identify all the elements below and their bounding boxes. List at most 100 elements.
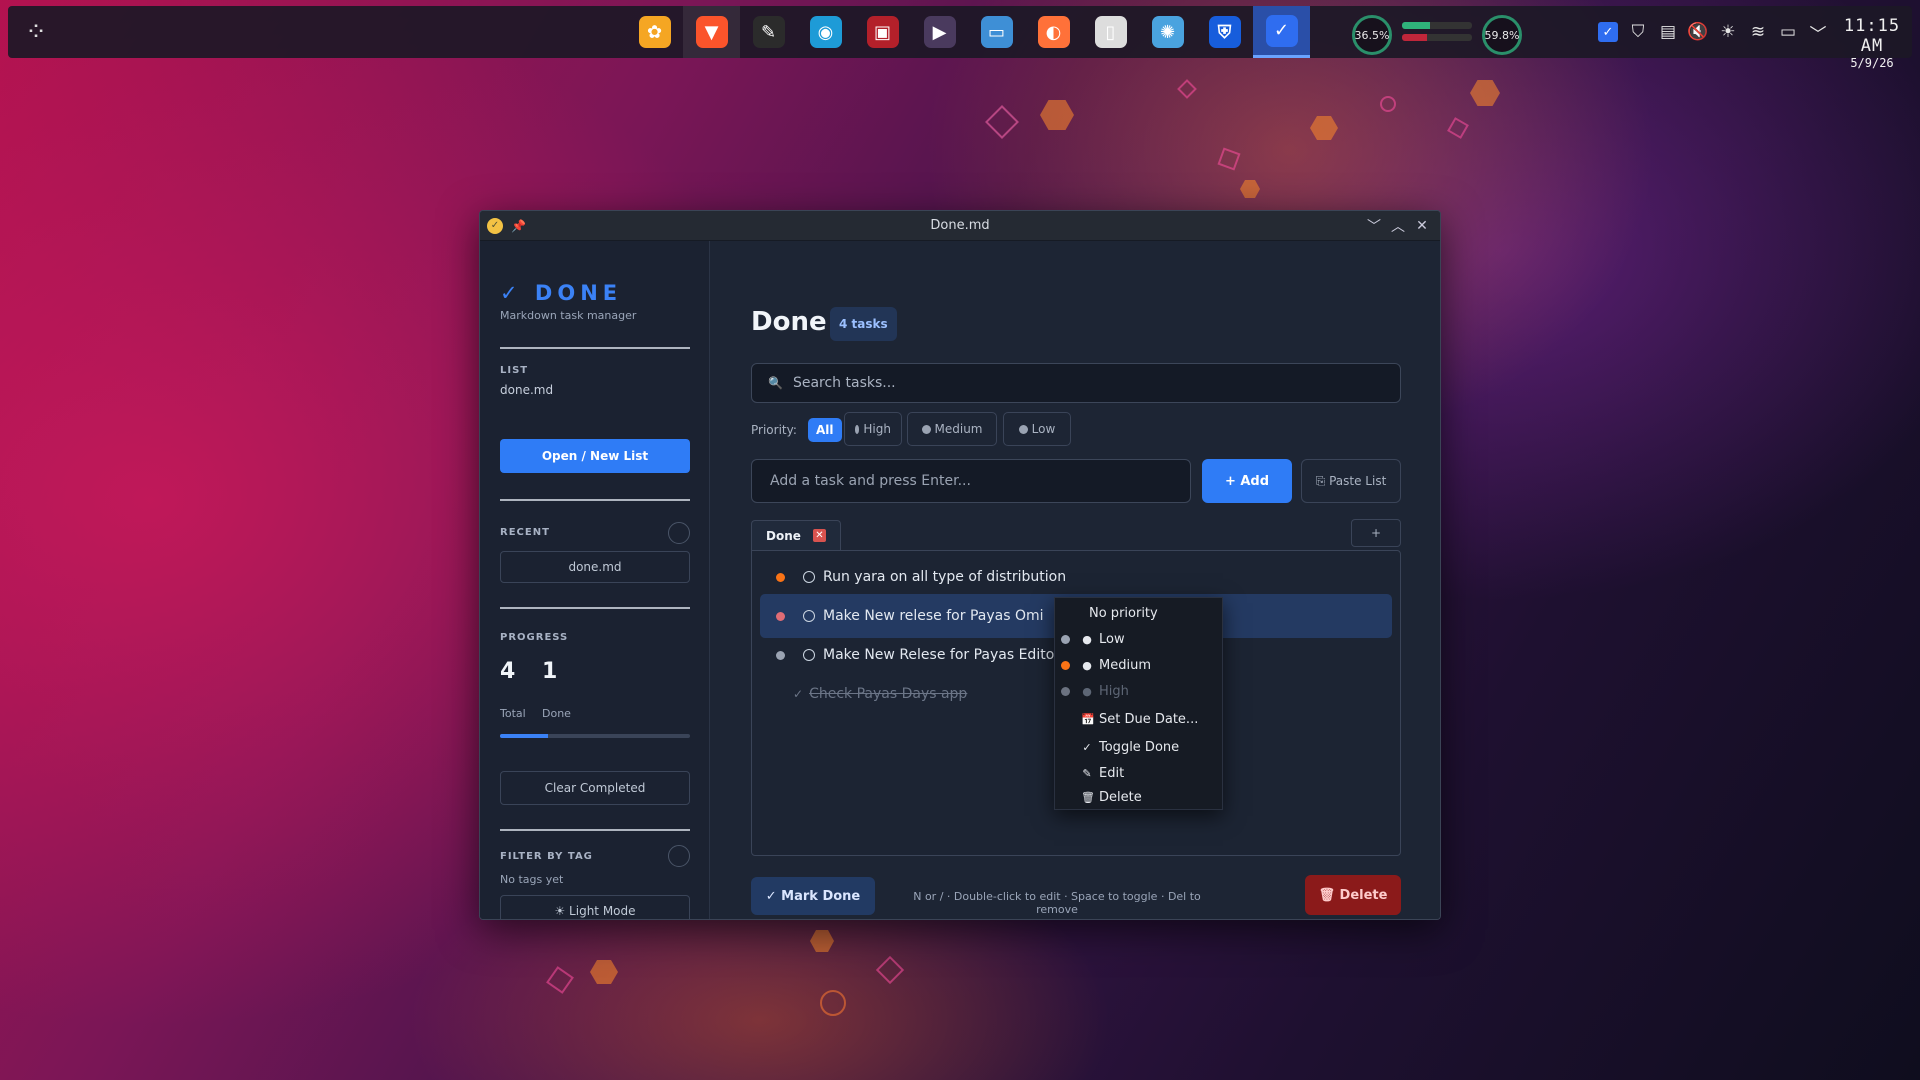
mark-done-button[interactable]: ✓ Mark Done (751, 877, 875, 915)
launcher-dots-icon[interactable]: ⁘ (8, 6, 64, 58)
task-text: Make New relese for Payas Omi (823, 608, 1044, 624)
menu-item-label: Toggle Done (1099, 739, 1180, 755)
pen-paper-icon: ✎ (752, 16, 785, 48)
light-mode-button[interactable]: ☀ Light Mode (500, 895, 690, 919)
maximize-icon[interactable]: ︿ (1386, 211, 1410, 241)
chevron-down-icon[interactable]: ﹀ (1803, 6, 1833, 58)
priority-filter-label: Priority: (751, 423, 797, 437)
network-meter (1402, 22, 1472, 46)
paste-list-button[interactable]: ⎘ Paste List (1301, 459, 1401, 503)
cpu-gauge[interactable]: 36.5% (1352, 15, 1392, 55)
checkbox-circle-icon[interactable] (803, 571, 815, 583)
priority-high-dot-icon (1060, 686, 1070, 696)
checkmark-icon: ✓ (1265, 14, 1298, 47)
taskbar-app-media-player[interactable]: ▶ (911, 6, 968, 58)
priority-filter-medium-label: Medium (934, 422, 983, 436)
recent-item[interactable]: done.md (500, 551, 690, 583)
tab-done-label: Done (766, 528, 801, 543)
shield-check-icon[interactable]: ⛉ (1623, 6, 1653, 58)
priority-filter-medium[interactable]: Medium (907, 412, 997, 446)
taskbar-app-terminal-app[interactable]: ▣ (854, 6, 911, 58)
clock[interactable]: 11:15 AM 5/9/26 (1830, 16, 1914, 70)
window-title: Done.md (930, 218, 990, 233)
add-task-input[interactable] (751, 459, 1191, 503)
app-icon[interactable]: ✓ (487, 217, 503, 234)
taskbar-app-bitwarden[interactable]: ⛨ (1196, 6, 1253, 58)
context-menu: No priority ● Low ● Medium ● High 📅 Set … (1054, 597, 1223, 810)
memory-gauge[interactable]: 59.8% (1482, 15, 1522, 55)
search-input[interactable] (792, 375, 1373, 391)
clipboard-icon[interactable]: ▤ (1653, 6, 1683, 58)
taskbar-app-document-viewer[interactable]: ▯ (1082, 6, 1139, 58)
window-titlebar[interactable]: ✓ 📌 Done.md ﹀ ︿ ✕ (480, 211, 1440, 241)
add-task-button[interactable]: + Add (1202, 459, 1292, 503)
checkbox-icon[interactable]: ✓ (1593, 6, 1623, 58)
taskbar-app-file-manager[interactable]: ▭ (968, 6, 1025, 58)
menu-item-set-due-date[interactable]: 📅 Set Due Date... (1055, 707, 1222, 731)
delete-button[interactable]: 🗑 Delete (1305, 875, 1401, 915)
taskbar-app-text-editor[interactable]: ✎ (740, 6, 797, 58)
keyboard-hint: N or / · Double-click to edit · Space to… (913, 890, 1201, 916)
menu-item-label: Delete (1099, 789, 1142, 805)
menu-item-low[interactable]: ● Low (1055, 627, 1222, 651)
network-download-bar (1402, 34, 1472, 41)
bullet-icon: ● (1082, 684, 1092, 698)
divider (500, 829, 690, 831)
document-icon: ▯ (1094, 16, 1127, 48)
menu-item-toggle-done[interactable]: ✓ Toggle Done (1055, 735, 1222, 759)
taskbar-app-brave-browser[interactable]: ▼ (683, 6, 740, 58)
brightness-icon[interactable]: ☀ (1713, 6, 1743, 58)
checkbox-circle-icon[interactable] (803, 649, 815, 661)
divider (500, 499, 690, 501)
recent-toggle[interactable] (668, 522, 690, 544)
taskbar-app-done-app[interactable]: ✓ (1253, 6, 1310, 58)
menu-item-medium[interactable]: ● Medium (1055, 653, 1222, 677)
trash-icon: 🗑 (1081, 790, 1095, 804)
open-new-list-button[interactable]: Open / New List (500, 439, 690, 473)
checkbox-circle-icon[interactable] (803, 610, 815, 622)
priority-filter-high[interactable]: High (844, 412, 902, 446)
menu-item-high: ● High (1055, 679, 1222, 703)
priority-filter-low-label: Low (1031, 422, 1056, 436)
clear-completed-button[interactable]: Clear Completed (500, 771, 690, 805)
close-icon[interactable]: ✕ (1410, 211, 1434, 241)
menu-item-label: Set Due Date... (1099, 711, 1199, 727)
no-tags-text: No tags yet (500, 873, 564, 886)
pin-icon[interactable]: 📌 (511, 219, 526, 233)
paw-icon: ✿ (638, 16, 671, 48)
menu-item-no-priority[interactable]: No priority (1055, 601, 1222, 625)
tab-close-icon[interactable]: ✕ (813, 529, 826, 542)
minimize-icon[interactable]: ﹀ (1362, 211, 1386, 241)
add-tab-button[interactable]: + (1351, 519, 1401, 547)
filter-by-tag-label: FILTER BY TAG (500, 851, 593, 862)
priority-filter-low[interactable]: Low (1003, 412, 1071, 446)
current-list-name: done.md (500, 383, 554, 397)
tab-done[interactable]: Done ✕ (751, 520, 841, 550)
priority-low-dot-icon (1060, 634, 1070, 644)
memory-gauge-value: 59.8% (1484, 28, 1520, 42)
progress-bar-fill (500, 734, 548, 738)
menu-item-delete[interactable]: 🗑 Delete (1055, 785, 1222, 809)
taskbar-app-compass-app[interactable]: ◉ (797, 6, 854, 58)
task-row[interactable]: Run yara on all type of distribution (760, 555, 1392, 599)
checkmark-icon[interactable]: ✓ (793, 687, 803, 701)
progress-bar (500, 734, 690, 738)
speaker-muted-icon[interactable]: 🔇 (1683, 6, 1713, 58)
brand-name: DONE (534, 281, 623, 305)
taskbar-app-pets-app[interactable]: ✿ (626, 6, 683, 58)
brand-subtitle: Markdown task manager (500, 309, 637, 322)
menu-item-edit[interactable]: ✎ Edit (1055, 761, 1222, 785)
menu-item-label: High (1099, 683, 1129, 699)
taskbar-app-firefox-browser[interactable]: ◐ (1025, 6, 1082, 58)
total-count: 4 (500, 659, 516, 684)
checkmark-icon: ✓ (1082, 740, 1092, 754)
network-upload-bar (1402, 22, 1472, 29)
priority-medium-dot-icon (776, 572, 785, 582)
wifi-icon[interactable]: ≋ (1743, 6, 1773, 58)
filter-toggle[interactable] (668, 845, 690, 867)
divider (500, 607, 690, 609)
taskbar-app-settings-app[interactable]: ✺ (1139, 6, 1196, 58)
priority-filter-all[interactable]: All (808, 418, 842, 442)
search-box[interactable]: 🔍 (751, 363, 1401, 403)
battery-icon[interactable]: ▭ (1773, 6, 1803, 58)
